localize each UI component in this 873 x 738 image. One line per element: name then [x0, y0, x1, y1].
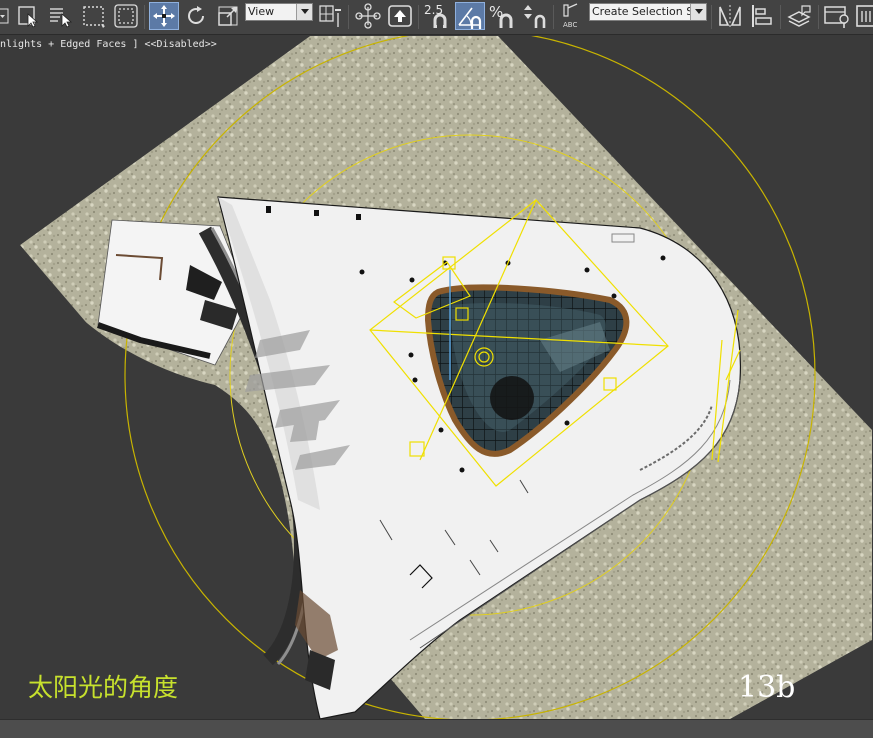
select-by-name-icon[interactable] — [46, 2, 74, 30]
viewport-label[interactable]: nlights + Edged Faces ] <<Disabled>> — [0, 39, 217, 50]
window-crossing-icon[interactable] — [112, 2, 140, 30]
perspective-viewport[interactable]: nlights + Edged Faces ] <<Disabled>> 太阳光… — [0, 36, 873, 719]
reference-coordinate-value: View — [248, 5, 275, 18]
svg-text:ABC: ABC — [563, 21, 577, 29]
ribbon-icon[interactable] — [855, 2, 873, 30]
rotate-icon[interactable] — [182, 2, 210, 30]
align-icon[interactable] — [748, 2, 776, 30]
angle-snap-icon[interactable] — [455, 2, 485, 30]
toolbar-separator — [818, 5, 819, 29]
snaps-toggle-label: 2.5 — [424, 3, 444, 17]
use-pivot-center-icon[interactable] — [316, 2, 344, 30]
percent-snap-label: % — [489, 3, 504, 21]
chevron-down-icon[interactable] — [690, 4, 706, 20]
select-and-manipulate-icon[interactable] — [354, 2, 382, 30]
rectangular-selection-icon[interactable] — [80, 2, 108, 30]
toolbar-separator — [553, 5, 554, 29]
named-selection-sets-dropdown[interactable]: Create Selection Se — [589, 3, 707, 21]
mirror-icon[interactable] — [716, 2, 744, 30]
snaps-toggle-icon[interactable]: 2.5 — [423, 2, 453, 30]
scene-explorer-icon[interactable] — [822, 2, 852, 30]
percent-snap-icon[interactable]: % — [488, 2, 516, 30]
figure-number: 13b — [738, 670, 796, 705]
caption-title: 太阳光的角度 — [28, 673, 179, 702]
main-toolbar: View 2.5 % ABC Create Selection Se — [0, 0, 873, 35]
named-selection-sets-value: Create Selection Se — [592, 5, 700, 18]
toolbar-separator — [780, 5, 781, 29]
edit-named-selection-icon[interactable]: ABC — [558, 2, 586, 30]
chevron-down-icon[interactable] — [296, 4, 312, 20]
layer-manager-icon[interactable] — [785, 2, 815, 30]
status-bar — [0, 719, 873, 738]
scene-render — [0, 36, 872, 719]
toolbar-separator — [348, 5, 349, 29]
toolbar-separator — [144, 5, 145, 29]
toolbar-separator — [711, 5, 712, 29]
reference-coordinate-dropdown[interactable]: View — [245, 3, 313, 21]
scale-icon[interactable] — [214, 2, 242, 30]
move-icon[interactable] — [149, 2, 179, 30]
select-object-icon[interactable] — [16, 2, 42, 30]
spinner-snap-icon[interactable] — [519, 2, 549, 30]
toolbar-separator — [418, 5, 419, 29]
select-filter-icon[interactable] — [0, 2, 12, 30]
keyboard-shortcut-override-icon[interactable] — [386, 2, 414, 30]
